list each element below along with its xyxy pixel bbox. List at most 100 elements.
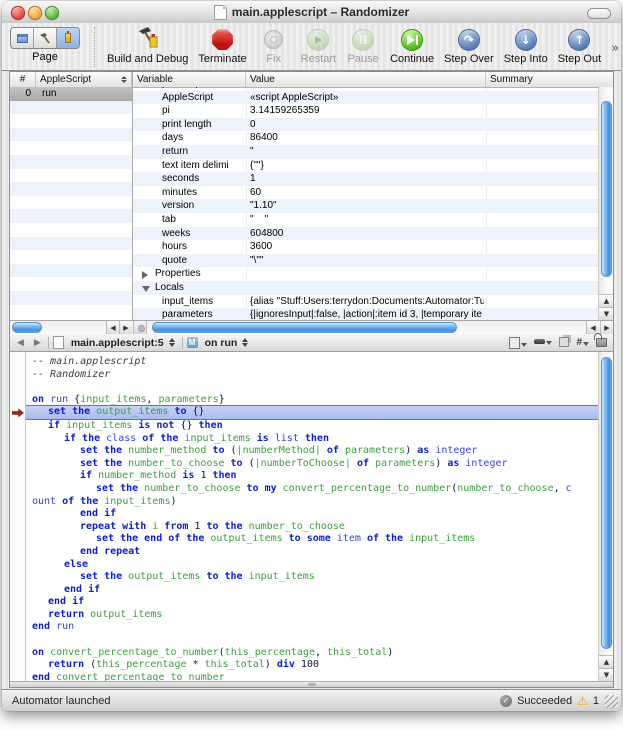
code-line[interactable]: -- Randomizer: [26, 369, 598, 382]
scrollbar-thumb[interactable]: [12, 322, 42, 333]
scrollbar-thumb[interactable]: [152, 322, 457, 333]
succeeded-label[interactable]: Succeeded: [517, 695, 572, 707]
terminate-button[interactable]: Terminate: [198, 27, 246, 65]
file-popup[interactable]: main.applescript:5: [68, 337, 178, 349]
code-line[interactable]: end if: [26, 584, 598, 597]
code-line[interactable]: else: [26, 559, 598, 572]
bookmark-menu-button[interactable]: [509, 337, 527, 349]
go-back-button[interactable]: ◀: [14, 338, 27, 348]
code-line[interactable]: end repeat: [26, 546, 598, 559]
code-editor[interactable]: -- main.applescript-- Randomizer on run …: [10, 352, 613, 681]
variable-row[interactable]: parameters{|ignoresInput|:false, |action…: [133, 308, 598, 320]
code-line[interactable]: set the end of the output_items to some …: [26, 533, 598, 546]
scroll-left-button[interactable]: ◀: [106, 321, 119, 334]
variable-row[interactable]: Properties: [133, 267, 598, 281]
scrollbar-thumb[interactable]: [601, 101, 612, 277]
step-out-button[interactable]: ↑Step Out: [558, 27, 601, 65]
right-hscroll-track[interactable]: [148, 321, 585, 334]
column-header-variable[interactable]: Variable: [133, 72, 246, 87]
code-line[interactable]: if the class of the input_items is list …: [26, 433, 598, 446]
scrollbar-thumb[interactable]: [601, 357, 612, 649]
variable-row[interactable]: return": [133, 145, 598, 159]
variable-row[interactable]: tab" ": [133, 213, 598, 227]
variable-row[interactable]: text item delimi{""}: [133, 159, 598, 173]
step-into-button[interactable]: ↓Step Into: [504, 27, 548, 65]
code-line[interactable]: on convert_percentage_to_number(this_per…: [26, 647, 598, 660]
scroll-up-button[interactable]: ▲: [599, 294, 613, 307]
variable-row[interactable]: AppleScript«script AppleScript»: [133, 91, 598, 105]
column-header-number[interactable]: #: [10, 72, 36, 87]
left-hscroll-track[interactable]: [10, 321, 106, 334]
lock-button[interactable]: [596, 338, 607, 348]
code-line[interactable]: repeat with i from 1 to the number_to_ch…: [26, 521, 598, 534]
scroll-down-button[interactable]: ▼: [599, 668, 613, 681]
counterpart-button[interactable]: [559, 337, 569, 349]
step-over-button[interactable]: ↷Step Over: [444, 27, 494, 65]
go-forward-button[interactable]: ▶: [31, 338, 44, 348]
editor-gutter[interactable]: [10, 352, 26, 681]
variable-row[interactable]: input_items{alias "Stuff:Users:terrydon:…: [133, 295, 598, 309]
variable-row[interactable]: pi3.14159265359: [133, 104, 598, 118]
code-line[interactable]: end convert_percentage_to_number: [26, 672, 598, 681]
variable-row[interactable]: weeks604800: [133, 227, 598, 241]
pane-splitter-handle[interactable]: [133, 321, 147, 334]
empty-row: [10, 237, 132, 251]
program-counter-arrow-icon[interactable]: [12, 408, 24, 417]
variable-row[interactable]: Locals: [133, 281, 598, 295]
variable-row[interactable]: version"1.10": [133, 199, 598, 213]
line-number-menu-button[interactable]: #: [576, 338, 589, 348]
variable-row[interactable]: minutes60: [133, 186, 598, 200]
marker-icon: [534, 339, 545, 344]
code-line[interactable]: set the number_to_choose to my convert_p…: [26, 483, 598, 496]
code-line[interactable]: return output_items: [26, 609, 598, 622]
warning-count[interactable]: 1: [593, 695, 599, 707]
variable-row[interactable]: hours3600: [133, 240, 598, 254]
scroll-right-button[interactable]: ▶: [119, 321, 132, 334]
page-segmented-control[interactable]: [10, 27, 80, 49]
code-line[interactable]: -- main.applescript: [26, 356, 598, 369]
continue-button[interactable]: Continue: [390, 27, 434, 65]
code-line[interactable]: set the output_items to {}: [26, 405, 598, 420]
status-message: Automator launched: [12, 695, 110, 707]
code-line[interactable]: set the number_method to (|numberMethod|…: [26, 445, 598, 458]
scroll-down-button[interactable]: ▼: [599, 307, 613, 320]
code-line[interactable]: [26, 381, 598, 394]
variable-row[interactable]: seconds1: [133, 172, 598, 186]
call-stack-row[interactable]: 0run: [10, 87, 132, 101]
code-line[interactable]: set the output_items to the input_items: [26, 571, 598, 584]
segment-debug[interactable]: [57, 28, 79, 48]
code-line[interactable]: set the number_to_choose to (|numberToCh…: [26, 458, 598, 471]
disclosure-triangle-icon[interactable]: [142, 271, 148, 279]
empty-row: [10, 101, 132, 115]
variable-row[interactable]: print length0: [133, 118, 598, 132]
marker-menu-button[interactable]: [534, 339, 552, 347]
title-bar[interactable]: main.applescript – Randomizer: [2, 1, 621, 24]
code-line[interactable]: end if: [26, 508, 598, 521]
column-header-summary[interactable]: Summary: [486, 72, 613, 87]
resize-grip[interactable]: [605, 695, 618, 708]
code-line[interactable]: end if: [26, 596, 598, 609]
variable-row[interactable]: days86400: [133, 131, 598, 145]
code-line[interactable]: [26, 634, 598, 647]
variables-vertical-scrollbar[interactable]: ▲ ▼: [598, 87, 613, 320]
segment-build[interactable]: [34, 28, 57, 48]
editor-vertical-scrollbar[interactable]: ▲ ▼: [598, 352, 613, 681]
disclosure-triangle-icon[interactable]: [142, 286, 150, 292]
segment-editor[interactable]: [11, 28, 34, 48]
code-line[interactable]: ount of the input_items): [26, 496, 598, 509]
code-line[interactable]: if input_items is not {} then: [26, 420, 598, 433]
toolbar-item-label: Restart: [301, 53, 336, 65]
symbol-popup[interactable]: on run: [202, 337, 252, 349]
code-line[interactable]: return (this_percentage * this_total) di…: [26, 659, 598, 672]
code-line[interactable]: if number_method is 1 then: [26, 470, 598, 483]
scroll-right-button[interactable]: ▶: [600, 321, 613, 334]
build-and-debug-button[interactable]: Build and Debug: [107, 27, 188, 65]
variable-row[interactable]: quote"\"": [133, 254, 598, 268]
editor-splitter-handle[interactable]: [10, 681, 613, 687]
scroll-up-button[interactable]: ▲: [599, 655, 613, 668]
toolbar-overflow-chevron[interactable]: »: [611, 41, 621, 56]
column-header-value[interactable]: Value: [246, 72, 486, 87]
toolbar-toggle-pill[interactable]: [587, 8, 611, 19]
column-header-applescript[interactable]: AppleScript: [36, 72, 132, 87]
code-line[interactable]: end run: [26, 621, 598, 634]
